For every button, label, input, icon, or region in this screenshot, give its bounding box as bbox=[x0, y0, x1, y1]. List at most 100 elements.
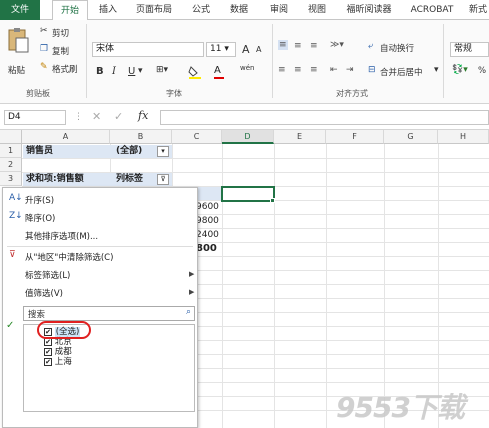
column-header[interactable]: E bbox=[274, 130, 326, 144]
ribbon: 粘贴 ✂ 剪切 ❐ 复制 ✎ 格式刷 剪贴板 宋体 11 ▾ A A B I U… bbox=[0, 20, 489, 104]
active-cell-d4[interactable] bbox=[221, 186, 275, 202]
divider bbox=[7, 246, 193, 247]
formula-input[interactable] bbox=[160, 110, 489, 125]
column-header[interactable]: A bbox=[22, 130, 110, 144]
cancel-icon[interactable]: ✕ bbox=[92, 110, 101, 123]
tab-review[interactable]: 审阅 bbox=[264, 0, 294, 20]
column-header[interactable]: D bbox=[222, 130, 274, 144]
search-input[interactable]: 搜索 ⌕ bbox=[23, 306, 195, 321]
wrap-text-button[interactable]: 自动换行 bbox=[380, 42, 414, 54]
row-header[interactable]: 2 bbox=[0, 158, 22, 172]
decrease-indent-icon[interactable]: ⇤ bbox=[330, 65, 338, 75]
brush-icon: ✎ bbox=[40, 62, 48, 72]
orientation-icon[interactable]: ≫▾ bbox=[330, 40, 344, 50]
list-item[interactable]: ✔ 上海 bbox=[44, 357, 72, 367]
copy-button[interactable]: 复制 bbox=[52, 45, 69, 57]
column-header[interactable]: F bbox=[326, 130, 384, 144]
align-center-icon[interactable]: ≡ bbox=[294, 65, 302, 75]
column-filter-button[interactable]: ⊽ bbox=[157, 174, 169, 185]
cell-c5[interactable]: 9800 bbox=[196, 214, 219, 228]
chevron-down-icon[interactable]: ▾ bbox=[434, 65, 439, 75]
label-filter-item[interactable]: 标签筛选(L) bbox=[25, 269, 70, 281]
sort-descending-item[interactable]: 降序(O) bbox=[25, 212, 55, 224]
sort-ascending-item[interactable]: 升序(S) bbox=[25, 194, 54, 206]
gridline bbox=[22, 158, 489, 159]
clear-filter-icon: ⊽ bbox=[9, 250, 16, 260]
phonetic-button[interactable]: wén bbox=[240, 64, 254, 72]
cell-c4[interactable]: 9600 bbox=[196, 200, 219, 214]
row-header[interactable]: 3 bbox=[0, 172, 22, 186]
increase-indent-icon[interactable]: ⇥ bbox=[346, 65, 354, 75]
check-icon: ✓ bbox=[6, 320, 15, 331]
clear-filter-item[interactable]: 从"地区"中清除筛选(C) bbox=[25, 251, 113, 263]
divider bbox=[86, 24, 87, 98]
tab-page-layout[interactable]: 页面布局 bbox=[128, 0, 180, 20]
dots-icon: ⋮ bbox=[74, 112, 83, 122]
align-bottom-icon[interactable]: ≡ bbox=[310, 41, 318, 51]
underline-button[interactable]: U bbox=[128, 66, 135, 77]
cell-b3[interactable]: 列标签 bbox=[116, 172, 143, 186]
font-group-label: 字体 bbox=[166, 89, 182, 98]
cell-b1[interactable]: (全部) bbox=[116, 144, 142, 158]
list-item[interactable]: ✔ 成都 bbox=[44, 347, 72, 357]
merge-center-button[interactable]: 合并后居中 bbox=[380, 66, 423, 78]
column-header[interactable]: B bbox=[110, 130, 172, 144]
clipboard-icon bbox=[8, 28, 29, 53]
row-header[interactable]: 1 bbox=[0, 144, 22, 158]
column-header[interactable]: H bbox=[438, 130, 489, 144]
more-sort-options-item[interactable]: 其他排序选项(M)... bbox=[25, 230, 98, 242]
formula-bar: D4 ⋮ ✕ ✓ fx bbox=[0, 104, 489, 130]
currency-icon[interactable]: 💱▾ bbox=[452, 65, 468, 75]
filter-dropdown-button[interactable]: ▾ bbox=[157, 146, 169, 157]
tab-data[interactable]: 数据 bbox=[224, 0, 254, 20]
tab-acrobat[interactable]: ACROBAT bbox=[406, 0, 458, 20]
shrink-font-button[interactable]: A bbox=[256, 45, 261, 54]
align-right-icon[interactable]: ≡ bbox=[310, 65, 318, 75]
grow-font-button[interactable]: A bbox=[242, 43, 250, 56]
font-name-box[interactable]: 宋体 bbox=[92, 42, 204, 57]
select-all-corner[interactable] bbox=[0, 130, 22, 144]
cell-c6[interactable]: 2400 bbox=[196, 228, 219, 242]
align-top-icon[interactable]: ≡ bbox=[278, 40, 288, 50]
fill-handle[interactable] bbox=[270, 198, 275, 203]
align-left-icon[interactable]: ≡ bbox=[278, 65, 286, 75]
font-size-box[interactable]: 11 ▾ bbox=[206, 42, 236, 57]
format-painter-button[interactable]: 格式刷 bbox=[52, 63, 78, 75]
tab-foxit-reader[interactable]: 福昕阅读器 bbox=[338, 0, 400, 20]
value-filter-item[interactable]: 值筛选(V) bbox=[25, 287, 63, 299]
number-format-box[interactable]: 常规 bbox=[450, 42, 489, 57]
cut-button[interactable]: 剪切 bbox=[52, 27, 69, 39]
scissors-icon: ✂ bbox=[40, 26, 48, 36]
clipboard-group-label: 剪贴板 bbox=[26, 89, 50, 98]
cell-c7[interactable]: 800 bbox=[196, 242, 217, 256]
enter-icon[interactable]: ✓ bbox=[114, 110, 123, 123]
tab-home[interactable]: 开始 bbox=[52, 0, 88, 21]
cell-a1[interactable]: 销售员 bbox=[26, 144, 53, 158]
italic-button[interactable]: I bbox=[112, 66, 116, 77]
number-format-value: 常规 bbox=[454, 44, 473, 54]
cell-a3[interactable]: 求和项:销售额 bbox=[26, 172, 84, 186]
column-header[interactable]: G bbox=[384, 130, 438, 144]
name-box[interactable]: D4 bbox=[4, 110, 66, 125]
bold-button[interactable]: B bbox=[96, 66, 104, 77]
tab-view[interactable]: 视图 bbox=[302, 0, 332, 20]
align-middle-icon[interactable]: ≡ bbox=[294, 41, 302, 51]
checkbox[interactable]: ✔ bbox=[44, 357, 52, 366]
ribbon-tabs: 文件 开始 插入 页面布局 公式 数据 审阅 视图 福昕阅读器 ACROBAT … bbox=[0, 0, 489, 21]
checkbox[interactable]: ✔ bbox=[44, 347, 52, 356]
font-color-button[interactable]: A bbox=[214, 65, 232, 79]
column-header[interactable]: C bbox=[172, 130, 222, 144]
paste-button[interactable] bbox=[6, 26, 30, 56]
borders-icon[interactable]: ⊞▾ bbox=[156, 65, 168, 75]
percent-button[interactable]: % bbox=[478, 66, 486, 76]
chevron-right-icon: ▶ bbox=[189, 270, 195, 278]
tab-insert[interactable]: 插入 bbox=[94, 0, 122, 20]
chevron-down-icon[interactable]: ▾ bbox=[138, 66, 143, 76]
annotation-highlight bbox=[37, 321, 91, 339]
fill-color-button[interactable] bbox=[188, 65, 208, 79]
tab-formulas[interactable]: 公式 bbox=[186, 0, 216, 20]
tab-file[interactable]: 文件 bbox=[0, 0, 40, 20]
tab-new[interactable]: 新式 bbox=[466, 0, 489, 20]
alignment-group-label: 对齐方式 bbox=[336, 89, 368, 98]
insert-function-button[interactable]: fx bbox=[138, 109, 148, 122]
